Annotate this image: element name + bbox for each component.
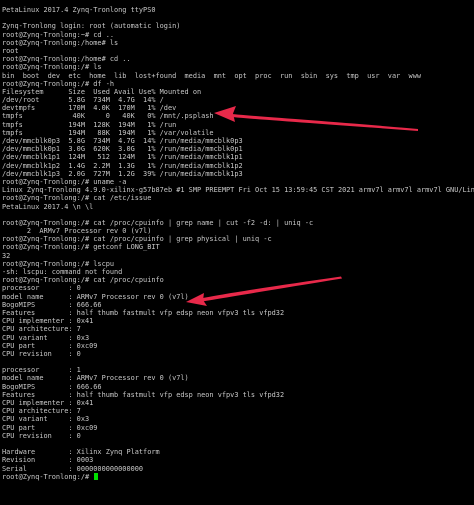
terminal-line: Linux Zynq-Tronlong 4.9.0-xilinx-g57b87e… (2, 186, 474, 195)
terminal-line: processor : 0 (2, 284, 81, 293)
terminal-line: tmpfs 194M 128K 194M 1% /run (2, 120, 177, 129)
terminal-line: PetaLinux 2017.4 \n \l (2, 202, 94, 211)
terminal-line: BogoMIPS : 666.66 (2, 300, 102, 309)
terminal-line: root@Zynq-Tronlong:/home# ls (2, 38, 119, 47)
terminal-line: processor : 1 (2, 366, 81, 375)
terminal-line: CPU part : 0xc09 (2, 341, 98, 350)
prompt-text: root@Zynq-Tronlong:/# (2, 472, 94, 481)
terminal-line: CPU architecture: 7 (2, 407, 81, 416)
terminal-line: root@Zynq-Tronlong:/# cat /proc/cpuinfo (2, 276, 164, 285)
terminal-line: /dev/mmcblk1p2 1.4G 2.2M 1.3G 1% /run/me… (2, 161, 243, 170)
terminal-line: CPU variant : 0x3 (2, 415, 90, 424)
terminal-line: CPU revision : 0 (2, 431, 81, 440)
terminal-line: CPU variant : 0x3 (2, 333, 90, 342)
terminal-line: CPU revision : 0 (2, 349, 81, 358)
terminal-prompt-line[interactable]: root@Zynq-Tronlong:/# (2, 472, 474, 481)
terminal-line: 32 (2, 251, 11, 260)
terminal-line: CPU part : 0xc09 (2, 423, 98, 432)
terminal-line: model name : ARMv7 Processor rev 0 (v7l) (2, 374, 189, 383)
terminal-line: 2 ARMv7 Processor rev 0 (v7l) (2, 227, 152, 236)
terminal-line: root@Zynq-Tronlong:/home# cd .. (2, 55, 131, 64)
terminal-line: root@Zynq-Tronlong:/# cat /proc/cpuinfo … (2, 218, 314, 227)
terminal-line: root (2, 46, 19, 55)
terminal-line: model name : ARMv7 Processor rev 0 (v7l) (2, 292, 189, 301)
terminal-line: PetaLinux 2017.4 Zynq-Tronlong ttyPS0 (2, 6, 156, 14)
terminal-line: Serial : 0000000000000000 (2, 464, 144, 473)
terminal-line: root@Zynq-Tronlong:/# lscpu (2, 259, 115, 268)
terminal-line: Features : half thumb fastmult vfp edsp … (2, 390, 285, 399)
terminal-line: Revision : 0003 (2, 456, 94, 465)
terminal-line: CPU implementer : 0x41 (2, 399, 94, 407)
terminal-line: devtmpfs 170M 4.0K 170M 1% /dev (2, 104, 177, 113)
terminal-line: Filesystem Size Used Avail Use% Mounted … (2, 87, 202, 96)
terminal-line: CPU implementer : 0x41 (2, 317, 94, 326)
terminal-line: Hardware : Xilinx Zynq Platform (2, 448, 160, 457)
terminal-line: root@Zynq-Tronlong:/# uname -a (2, 177, 127, 186)
terminal-line: /dev/mmcblk0p1 3.0G 620K 3.0G 1% /run/me… (2, 145, 243, 154)
terminal-line: bin boot dev etc home lib lost+found med… (2, 71, 421, 80)
terminal-line: BogoMIPS : 666.66 (2, 382, 102, 391)
terminal-line: Zynq-Tronlong login: root (automatic log… (2, 22, 181, 31)
terminal-window[interactable]: PetaLinux 2017.4 Zynq-Tronlong ttyPS0 Zy… (0, 0, 474, 505)
terminal-line: /dev/root 5.8G 734M 4.7G 14% / (2, 96, 164, 105)
terminal-line: /dev/mmcblk0p3 5.8G 734M 4.7G 14% /run/m… (2, 137, 243, 145)
terminal-line: root@Zynq-Tronlong:/# ls (2, 63, 102, 72)
terminal-line: root@Zynq-Tronlong:/# cat /proc/cpuinfo … (2, 235, 272, 244)
terminal-line: Features : half thumb fastmult vfp edsp … (2, 308, 285, 317)
terminal-line: -sh: lscpu: command not found (2, 268, 123, 276)
terminal-line: /dev/mmcblk1p1 124M 512 124M 1% /run/med… (2, 153, 243, 162)
terminal-line: tmpfs 40K 0 40K 0% /mnt/.psplash (2, 112, 214, 121)
terminal-line: root@Zynq-Tronlong:~# cd .. (2, 30, 115, 39)
terminal-line: root@Zynq-Tronlong:/# getconf LONG_BIT (2, 243, 160, 252)
terminal-line: /dev/mmcblk1p3 2.0G 727M 1.2G 39% /run/m… (2, 169, 243, 178)
terminal-line: root@Zynq-Tronlong:/# cat /etc/issue (2, 194, 152, 203)
cursor-block-icon (94, 472, 99, 480)
terminal-line: root@Zynq-Tronlong:/# df -h (2, 79, 115, 88)
terminal-line: CPU architecture: 7 (2, 325, 81, 334)
terminal-line: tmpfs 194M 88K 194M 1% /var/volatile (2, 128, 214, 137)
